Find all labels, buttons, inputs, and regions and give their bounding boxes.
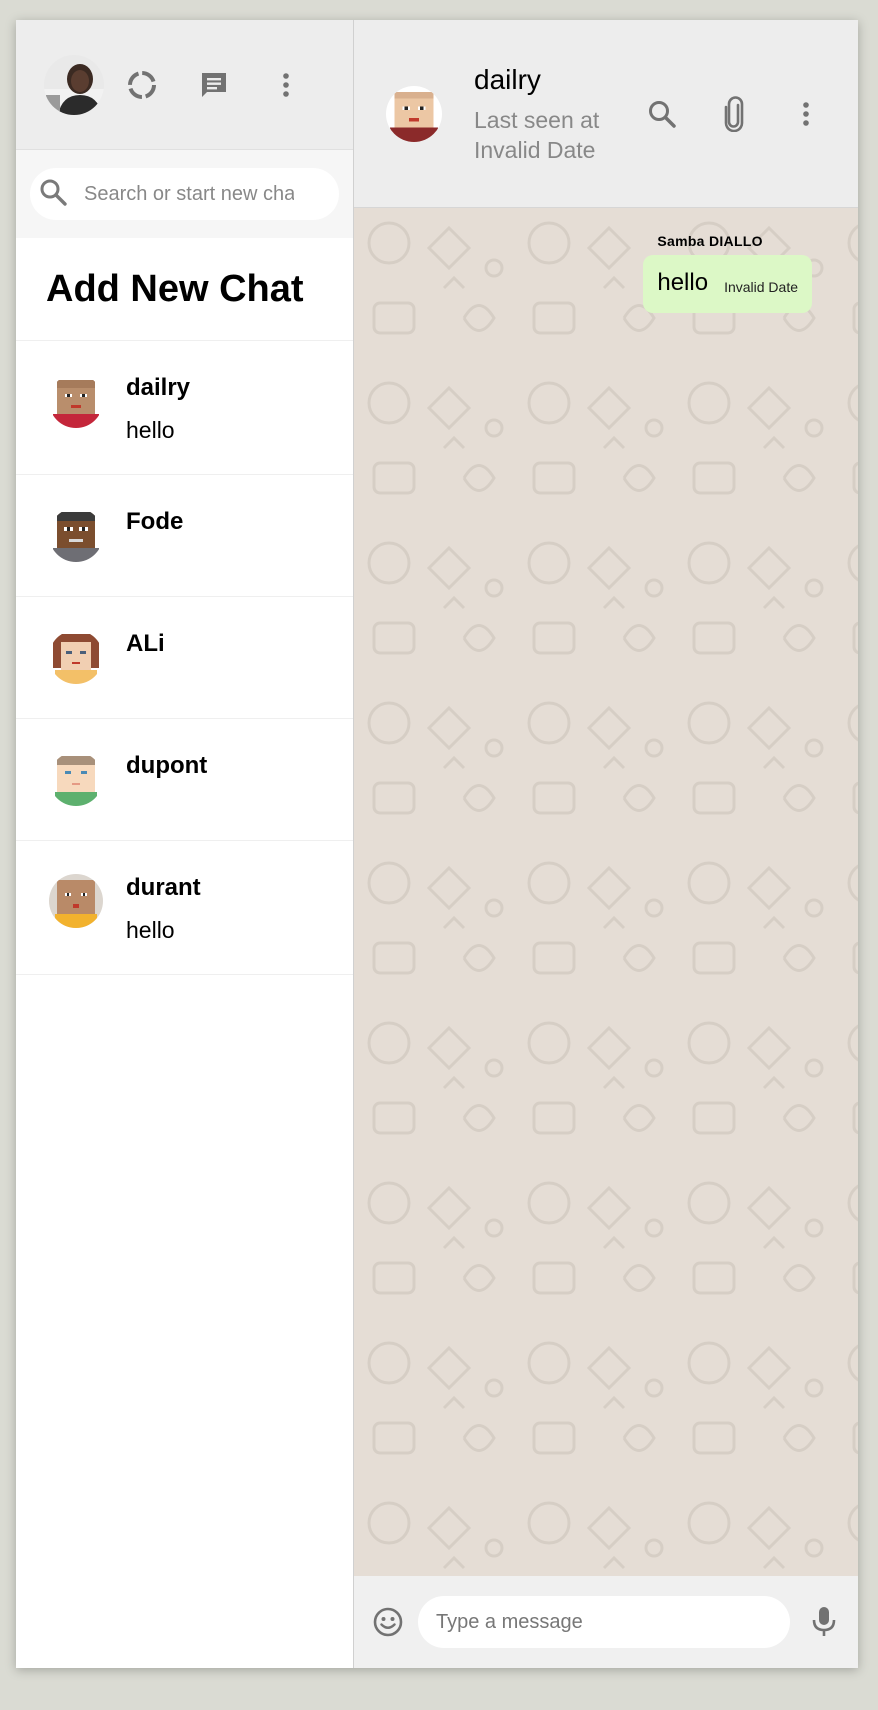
- avatar: [49, 374, 103, 428]
- avatar: [49, 874, 103, 928]
- avatar: [49, 752, 103, 806]
- status-icon[interactable]: [126, 69, 158, 101]
- message-timestamp: Invalid Date: [724, 279, 798, 295]
- message-text: hello: [657, 269, 709, 296]
- chat-list-item-dailry[interactable]: dailry hello: [16, 341, 353, 475]
- chat-header: dailry Last seen at Invalid Date: [354, 20, 858, 208]
- my-profile-avatar[interactable]: [44, 54, 104, 115]
- chat-panel: dailry Last seen at Invalid Date Samba D…: [354, 20, 858, 1668]
- avatar: [49, 630, 103, 684]
- chat-list-item-fode[interactable]: Fode: [16, 475, 353, 597]
- message-input-wrapper: [418, 1596, 790, 1648]
- chat-footer: [354, 1576, 858, 1668]
- contact-name: dailry: [474, 63, 541, 95]
- add-new-chat-button[interactable]: Add New Chat: [16, 238, 353, 341]
- chat-name: dailry: [126, 374, 191, 401]
- chat-list-item-dupont[interactable]: dupont: [16, 719, 353, 841]
- background-pattern: [354, 208, 858, 1576]
- chat-list-item-ali[interactable]: ALi: [16, 597, 353, 719]
- search-box: [30, 168, 339, 220]
- chat-messages-area: Samba DIALLO hello Invalid Date: [354, 208, 858, 1576]
- message-sender: Samba DIALLO: [657, 233, 763, 249]
- chat-last-message: hello: [126, 417, 175, 443]
- sidebar-search-bar: [16, 150, 353, 238]
- contact-avatar[interactable]: [386, 85, 442, 142]
- message-bubble[interactable]: hello Invalid Date: [643, 255, 812, 313]
- menu-icon[interactable]: [270, 69, 302, 101]
- new-chat-icon[interactable]: [198, 69, 230, 101]
- whatsapp-app: Add New Chat dailry hello: [16, 20, 858, 1668]
- chat-name: ALi: [126, 630, 165, 657]
- sidebar: Add New Chat dailry hello: [16, 20, 354, 1668]
- contact-last-seen: Last seen at Invalid Date: [474, 106, 600, 163]
- message: Samba DIALLO hello Invalid Date: [643, 233, 812, 313]
- attach-icon[interactable]: [718, 95, 750, 132]
- sidebar-header: [16, 20, 353, 150]
- message-input[interactable]: [434, 1609, 774, 1635]
- search-input[interactable]: [82, 181, 296, 207]
- search-icon: [38, 177, 68, 212]
- search-icon[interactable]: [646, 98, 678, 130]
- chat-name: dupont: [126, 752, 208, 779]
- chat-list-item-durant[interactable]: durant hello: [16, 841, 353, 975]
- chat-name: Fode: [126, 508, 184, 535]
- chat-name: durant: [126, 874, 201, 901]
- emoji-icon[interactable]: [372, 1606, 404, 1638]
- chat-last-message: hello: [126, 917, 175, 943]
- mic-icon[interactable]: [808, 1606, 840, 1638]
- avatar: [49, 508, 103, 562]
- menu-icon[interactable]: [790, 98, 822, 130]
